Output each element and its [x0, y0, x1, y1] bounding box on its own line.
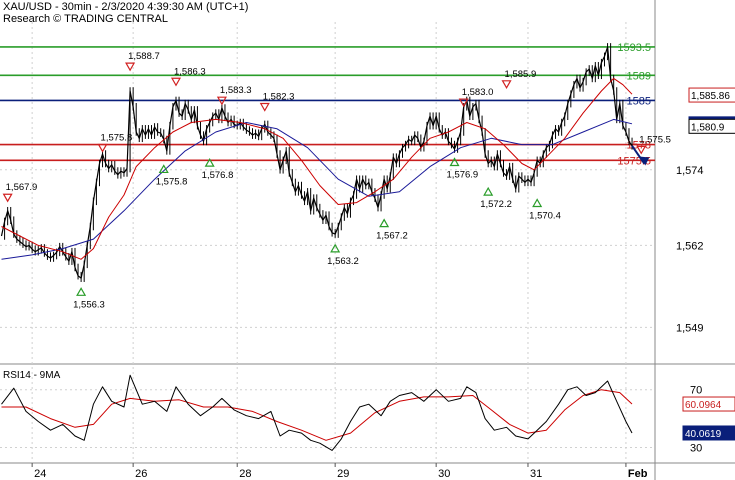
signal-label: 1,586.3: [174, 66, 206, 77]
signal-label: 1,576.9: [447, 170, 479, 181]
time-tick-label: 30: [438, 468, 450, 480]
time-tick-label: 28: [239, 468, 251, 480]
time-tick-label: 31: [530, 468, 542, 480]
signal-label: 1,563.2: [327, 256, 359, 267]
price-tick-label: 1,562: [676, 240, 704, 252]
rsi-title: RSI14 - 9MA: [3, 370, 61, 381]
time-tick-label: 26: [135, 468, 147, 480]
signal-label: 1,575.5: [639, 134, 671, 145]
level-label: 1589: [627, 70, 651, 82]
main-panel: [0, 22, 655, 362]
rsi-tick-label: 70: [690, 385, 702, 397]
price-tick-label: 1,574: [676, 165, 704, 177]
price-badge-label: 1,585.86: [691, 91, 730, 102]
rsi-badge-label: 60.0964: [685, 400, 722, 411]
rsi-tick-label: 30: [690, 443, 702, 455]
signal-label: 1,572.2: [480, 199, 512, 210]
signal-label: 1,567.9: [6, 182, 38, 193]
signal-label: 1,583.3: [220, 85, 252, 96]
signal-label: 1,585.9: [505, 69, 537, 80]
price-badge-label: 1,580.9: [691, 122, 725, 133]
signal-label: 1,570.4: [529, 210, 561, 221]
time-tick-label: Feb: [628, 468, 648, 480]
rsi-badge-label: 40.0619: [685, 429, 722, 440]
signal-label: 1,576.8: [202, 170, 234, 181]
signal-label: 1,588.7: [128, 51, 160, 62]
signal-label: 1,583.0: [462, 87, 494, 98]
rsi-line: [1, 374, 633, 451]
signal-label: 1,567.2: [376, 231, 408, 242]
signal-label: 1,582.3: [263, 91, 295, 102]
time-tick-label: 29: [337, 468, 349, 480]
signal-label: 1,575.8: [101, 132, 133, 143]
signal-label: 1,575.8: [156, 176, 188, 187]
level-label: 1585: [627, 95, 651, 107]
rsi-ma-line: [1, 389, 633, 441]
price-tick-label: 1,549: [676, 322, 704, 334]
level-label: 1593.5: [617, 42, 651, 54]
price-chart: 1,574 1,562 1,549 24 26 28 29 30 31 Feb 1593.5 1589…: [0, 0, 735, 480]
signal-label: 1,556.3: [73, 299, 105, 310]
time-tick-label: 24: [34, 468, 46, 480]
